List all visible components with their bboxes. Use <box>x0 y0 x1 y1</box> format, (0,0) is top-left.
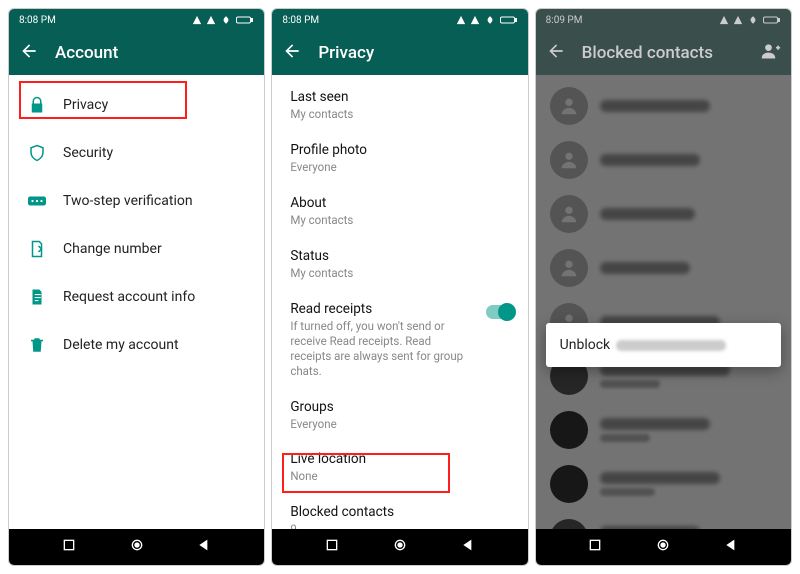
item-label: Security <box>63 145 113 161</box>
account-item-changenumber[interactable]: Change number <box>9 225 264 273</box>
status-icons <box>719 15 781 25</box>
item-label: Privacy <box>63 97 108 113</box>
item-sub: My contacts <box>290 266 509 281</box>
android-navbar <box>272 529 527 565</box>
nav-home-icon[interactable] <box>655 537 671 557</box>
account-content: Privacy Security Two-step verification C… <box>9 75 264 529</box>
popup-label: Unblock <box>560 337 610 353</box>
nav-recent-icon[interactable] <box>324 537 340 557</box>
nav-back-icon[interactable] <box>460 537 476 557</box>
statusbar: 8:09 PM <box>536 9 791 31</box>
add-contact-icon[interactable] <box>761 41 781 65</box>
back-icon[interactable] <box>282 41 302 66</box>
dots-icon <box>27 191 47 211</box>
item-sub: Everyone <box>290 160 509 175</box>
item-sub: If turned off, you won't send or receive… <box>290 319 470 379</box>
read-receipts-toggle[interactable] <box>486 305 514 319</box>
account-item-privacy[interactable]: Privacy <box>9 81 264 129</box>
item-label: Live location <box>290 451 509 467</box>
item-label: About <box>290 195 509 211</box>
appbar-title: Account <box>55 43 118 63</box>
nav-recent-icon[interactable] <box>587 537 603 557</box>
android-navbar <box>536 529 791 565</box>
item-sub: None <box>290 469 509 484</box>
status-time: 8:08 PM <box>19 15 56 26</box>
phone-blocked: 8:09 PM Blocked contacts <box>535 8 792 566</box>
appbar-title: Blocked contacts <box>582 43 713 63</box>
statusbar: 8:08 PM <box>9 9 264 31</box>
account-item-delete[interactable]: Delete my account <box>9 321 264 369</box>
shield-icon <box>27 143 47 163</box>
trash-icon <box>27 335 47 355</box>
privacy-content[interactable]: Last seen My contacts Profile photo Ever… <box>272 75 527 529</box>
item-label: Groups <box>290 399 509 415</box>
status-time: 8:08 PM <box>282 15 319 26</box>
item-label: Blocked contacts <box>290 504 509 520</box>
modal-overlay[interactable] <box>536 75 791 529</box>
phone-account: 8:08 PM Account Privacy Secur <box>8 8 265 566</box>
account-item-requestinfo[interactable]: Request account info <box>9 273 264 321</box>
nav-home-icon[interactable] <box>392 537 408 557</box>
blocked-content: Unblock <box>536 75 791 529</box>
unblock-popup[interactable]: Unblock <box>546 323 781 367</box>
statusbar: 8:08 PM <box>272 9 527 31</box>
appbar-title: Privacy <box>318 43 374 63</box>
privacy-item-livelocation[interactable]: Live location None <box>272 441 527 494</box>
nav-recent-icon[interactable] <box>61 537 77 557</box>
appbar-blocked: Blocked contacts <box>536 31 791 75</box>
item-label: Delete my account <box>63 337 179 353</box>
item-label: Request account info <box>63 289 195 305</box>
item-label: Last seen <box>290 89 509 105</box>
item-sub: My contacts <box>290 213 509 228</box>
privacy-item-lastseen[interactable]: Last seen My contacts <box>272 79 527 132</box>
account-item-twostep[interactable]: Two-step verification <box>9 177 264 225</box>
privacy-item-about[interactable]: About My contacts <box>272 185 527 238</box>
item-sub: 9 <box>290 522 509 529</box>
nav-home-icon[interactable] <box>129 537 145 557</box>
item-label: Status <box>290 248 509 264</box>
lock-icon <box>27 95 47 115</box>
item-sub: Everyone <box>290 417 509 432</box>
status-time: 8:09 PM <box>546 15 583 26</box>
privacy-item-blocked[interactable]: Blocked contacts 9 <box>272 494 527 529</box>
sim-icon <box>27 239 47 259</box>
privacy-item-groups[interactable]: Groups Everyone <box>272 389 527 442</box>
document-icon <box>27 287 47 307</box>
privacy-item-status[interactable]: Status My contacts <box>272 238 527 291</box>
appbar-privacy: Privacy <box>272 31 527 75</box>
phone-privacy: 8:08 PM Privacy Last seen My contacts Pr… <box>271 8 528 566</box>
back-icon[interactable] <box>546 41 566 66</box>
android-navbar <box>9 529 264 565</box>
item-label: Profile photo <box>290 142 509 158</box>
nav-back-icon[interactable] <box>196 537 212 557</box>
status-icons <box>456 15 518 25</box>
privacy-item-readreceipts[interactable]: Read receipts If turned off, you won't s… <box>272 291 527 389</box>
item-label: Two-step verification <box>63 193 193 209</box>
item-sub: My contacts <box>290 107 509 122</box>
status-icons <box>192 15 254 25</box>
nav-back-icon[interactable] <box>723 537 739 557</box>
account-item-security[interactable]: Security <box>9 129 264 177</box>
appbar-account: Account <box>9 31 264 75</box>
privacy-item-profilephoto[interactable]: Profile photo Everyone <box>272 132 527 185</box>
back-icon[interactable] <box>19 41 39 66</box>
item-label: Change number <box>63 241 162 257</box>
item-label: Read receipts <box>290 301 509 317</box>
